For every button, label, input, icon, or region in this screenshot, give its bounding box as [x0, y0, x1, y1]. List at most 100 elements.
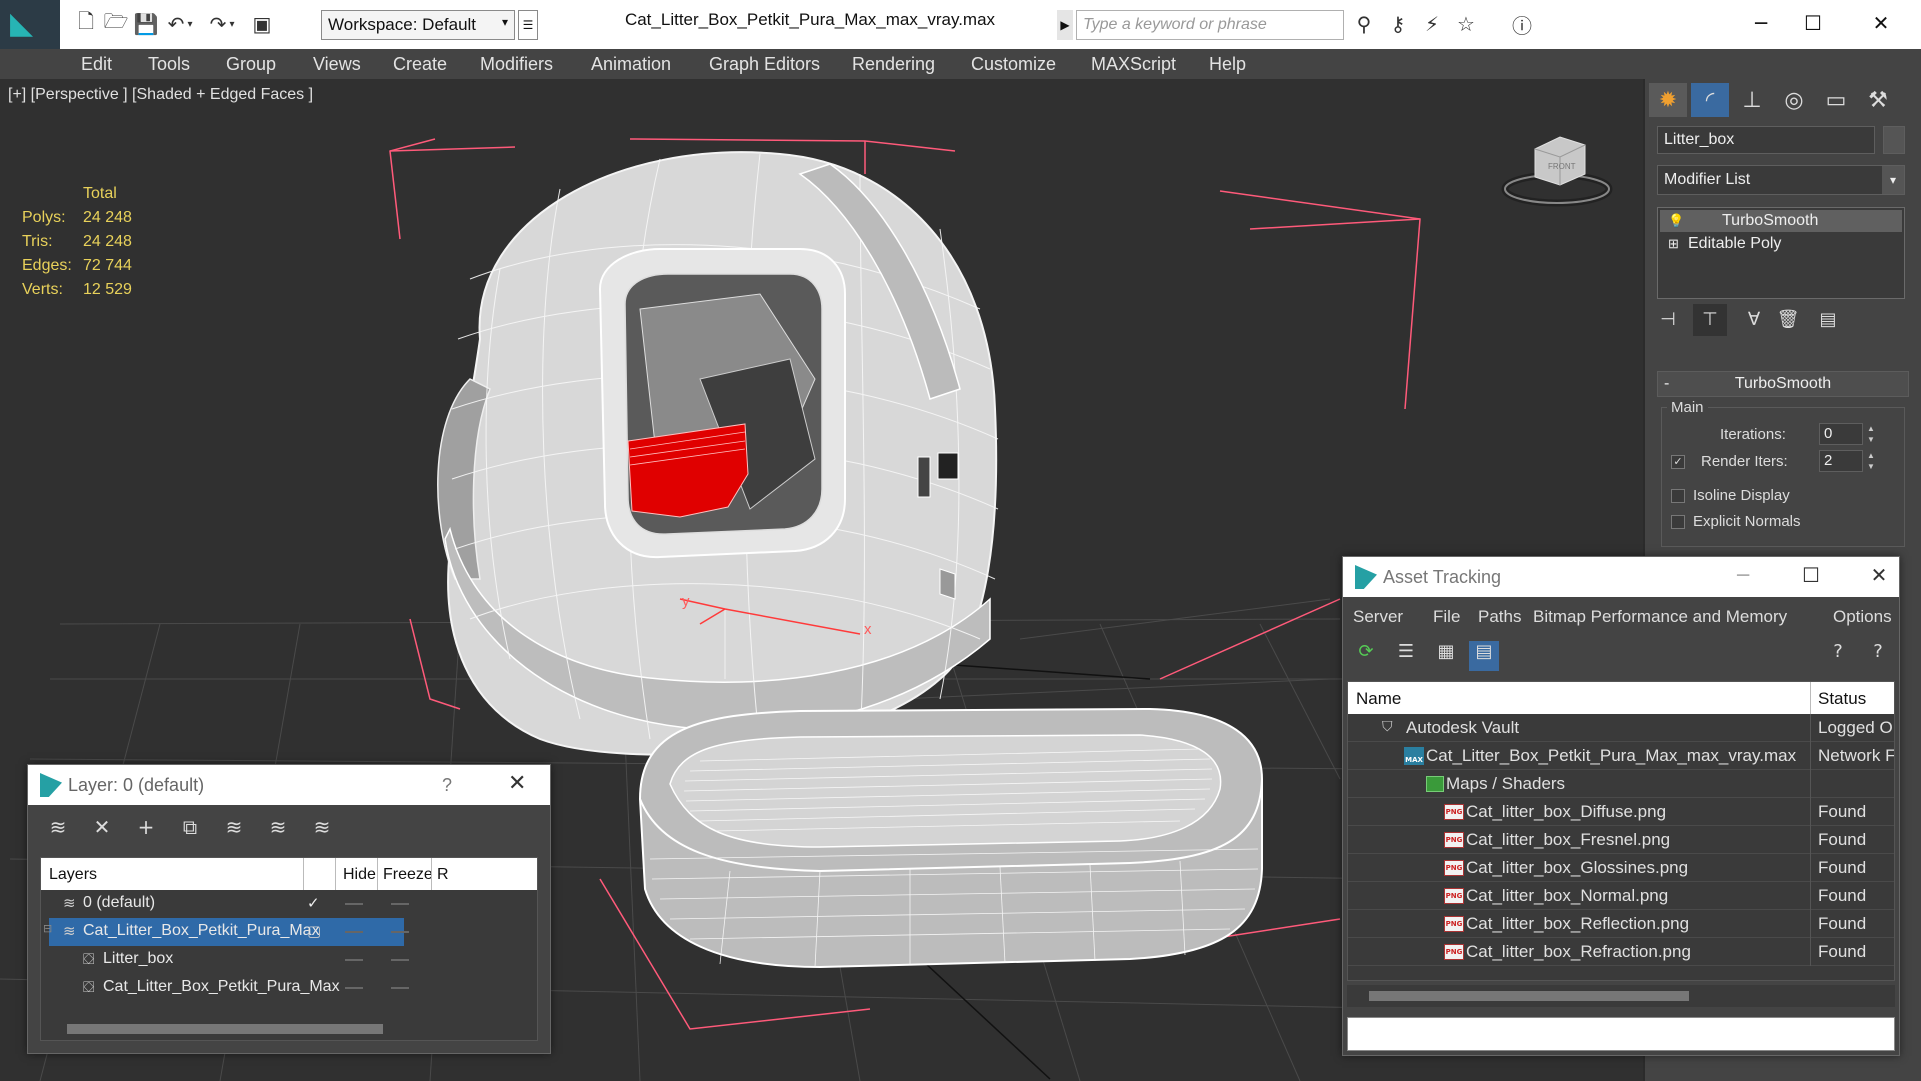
asset-horizontal-scrollbar[interactable]	[1347, 985, 1895, 1007]
menu-server[interactable]: Server	[1353, 607, 1403, 627]
table-row[interactable]: PNG Cat_litter_box_Fresnel.png Found	[1348, 826, 1894, 854]
select-objects-icon[interactable]: ≋	[218, 815, 250, 845]
menu-maxscript[interactable]: MAXScript	[1091, 49, 1176, 79]
asset-path-input[interactable]	[1347, 1017, 1895, 1051]
minimize-icon[interactable]: ─	[1736, 6, 1786, 40]
scrollbar-thumb[interactable]	[67, 1024, 383, 1034]
table-view-icon[interactable]: ▤	[1469, 641, 1499, 671]
expand-plus-icon[interactable]: ⊞	[1668, 233, 1679, 255]
search-expand-icon[interactable]: ▶	[1057, 10, 1073, 40]
isoline-display-checkbox[interactable]	[1671, 489, 1685, 503]
table-row[interactable]: MAX Cat_Litter_Box_Petkit_Pura_Max_max_v…	[1348, 742, 1894, 770]
menu-modifiers[interactable]: Modifiers	[480, 49, 553, 79]
freeze-toggle[interactable]	[391, 903, 409, 905]
star-icon[interactable]: ☆	[1452, 10, 1480, 38]
column-separator[interactable]	[335, 858, 336, 890]
menu-options[interactable]: Options	[1833, 607, 1892, 627]
hierarchy-icon[interactable]: ⊥	[1733, 83, 1771, 117]
undo-dropdown-icon[interactable]: ▾	[182, 10, 198, 38]
menu-paths[interactable]: Paths	[1478, 607, 1521, 627]
select-layer-icon[interactable]: ⧉	[174, 815, 206, 845]
communication-icon[interactable]: ⚡	[1418, 10, 1446, 38]
hide-toggle[interactable]	[345, 987, 363, 989]
redo-dropdown-icon[interactable]: ▾	[224, 10, 240, 38]
table-row[interactable]: PNG Cat_litter_box_Refraction.png Found	[1348, 938, 1894, 966]
remove-modifier-icon[interactable]: 🗑	[1771, 304, 1805, 336]
column-separator[interactable]	[1810, 682, 1811, 714]
hide-toggle[interactable]	[345, 959, 363, 961]
delete-layer-icon[interactable]: ✕	[86, 815, 118, 845]
configure-sets-icon[interactable]: ▤	[1811, 304, 1845, 336]
scrollbar-thumb[interactable]	[1369, 991, 1689, 1001]
menu-bitmap-performance[interactable]: Bitmap Performance and Memory	[1533, 607, 1787, 627]
close-icon[interactable]: ✕	[508, 771, 526, 796]
object-name-field[interactable]: Litter_box	[1657, 126, 1875, 154]
column-freeze[interactable]: Freeze	[383, 866, 433, 884]
table-row[interactable]: PNG Cat_litter_box_Glossines.png Found	[1348, 854, 1894, 882]
layer-horizontal-scrollbar[interactable]	[41, 1018, 537, 1040]
column-separator[interactable]	[431, 858, 432, 890]
iterations-spinner[interactable]: 0	[1819, 423, 1863, 445]
freeze-toggle[interactable]	[391, 959, 409, 961]
display-icon[interactable]: ▭	[1817, 83, 1855, 117]
context-help-icon[interactable]: ?	[1863, 641, 1893, 671]
close-icon[interactable]: ✕	[1859, 563, 1899, 591]
minimize-icon[interactable]: ─	[1723, 563, 1763, 591]
motion-icon[interactable]: ◎	[1775, 83, 1813, 117]
menu-file[interactable]: File	[1433, 607, 1460, 627]
table-row[interactable]: PNG Cat_litter_box_Reflection.png Found	[1348, 910, 1894, 938]
help-icon[interactable]: ?	[1823, 641, 1853, 671]
column-name[interactable]: Name	[1356, 689, 1401, 709]
menu-create[interactable]: Create	[393, 49, 447, 79]
show-end-result-icon[interactable]: ⊤	[1693, 304, 1727, 336]
freeze-toggle[interactable]	[391, 987, 409, 989]
menu-animation[interactable]: Animation	[591, 49, 671, 79]
table-row[interactable]: ⛉ Autodesk Vault Logged O	[1348, 714, 1894, 742]
collapse-icon[interactable]: ⊟	[43, 922, 52, 935]
search-input[interactable]: Type a keyword or phrase	[1076, 10, 1344, 40]
modify-icon[interactable]: ◜	[1691, 83, 1729, 117]
column-separator[interactable]	[303, 858, 304, 890]
column-separator[interactable]	[377, 858, 378, 890]
pin-stack-icon[interactable]: ⊣	[1651, 304, 1685, 336]
spinner-arrows-icon[interactable]: ▲ ▼	[1865, 450, 1877, 472]
layer-row[interactable]: ⛋ Litter_box	[41, 946, 537, 974]
create-icon[interactable]: ✹	[1649, 83, 1687, 117]
help-icon[interactable]: ⓘ	[1508, 10, 1536, 38]
highlight-layer-icon[interactable]: ≋	[262, 815, 294, 845]
refresh-icon[interactable]: ⟳	[1351, 641, 1381, 671]
layer-row[interactable]: ⛋ Cat_Litter_Box_Petkit_Pura_Max	[41, 974, 537, 1002]
create-layer-icon[interactable]: ≋	[42, 815, 74, 845]
menu-group[interactable]: Group	[226, 49, 276, 79]
column-layers[interactable]: Layers	[49, 866, 97, 884]
menu-views[interactable]: Views	[313, 49, 361, 79]
layer-row[interactable]: ⊟ ≋ Cat_Litter_Box_Petkit_Pura_Max ▢	[41, 918, 537, 946]
layer-titlebar[interactable]: Layer: 0 (default) ? ✕	[28, 765, 550, 805]
hide-toggle[interactable]	[345, 903, 363, 905]
stack-item-turbosmooth[interactable]: 💡 TurboSmooth	[1660, 210, 1902, 232]
list-view-icon[interactable]: ☰	[1391, 641, 1421, 671]
explicit-normals-checkbox[interactable]	[1671, 515, 1685, 529]
modifier-list-dropdown[interactable]: Modifier List ▾	[1657, 165, 1905, 195]
make-unique-icon[interactable]: ∀	[1737, 304, 1771, 336]
table-row[interactable]: PNG Cat_litter_box_Diffuse.png Found	[1348, 798, 1894, 826]
layer-row[interactable]: ≋ 0 (default) ✓	[41, 890, 537, 918]
column-render[interactable]: R	[437, 866, 449, 884]
asset-tracking-titlebar[interactable]: Asset Tracking ─ ☐ ✕	[1343, 557, 1899, 597]
maximize-icon[interactable]: ☐	[1788, 6, 1838, 40]
column-status[interactable]: Status	[1818, 689, 1866, 709]
binoculars-icon[interactable]: ⚲	[1350, 10, 1378, 38]
hide-all-layers-icon[interactable]: ≋	[306, 815, 338, 845]
app-logo[interactable]: ◣	[0, 0, 60, 49]
lightbulb-icon[interactable]: 💡	[1668, 210, 1684, 232]
utilities-icon[interactable]: ⚒	[1859, 83, 1897, 117]
hide-toggle[interactable]	[345, 931, 363, 933]
close-icon[interactable]: ✕	[1856, 6, 1906, 40]
viewcube[interactable]: FRONT	[1501, 136, 1613, 207]
table-row[interactable]: Maps / Shaders	[1348, 770, 1894, 798]
object-color-swatch[interactable]	[1883, 126, 1905, 154]
column-hide[interactable]: Hide	[343, 866, 376, 884]
menu-help[interactable]: Help	[1209, 49, 1246, 79]
key-icon[interactable]: ⚷	[1384, 10, 1412, 38]
new-file-icon[interactable]: 🗋	[72, 9, 100, 38]
